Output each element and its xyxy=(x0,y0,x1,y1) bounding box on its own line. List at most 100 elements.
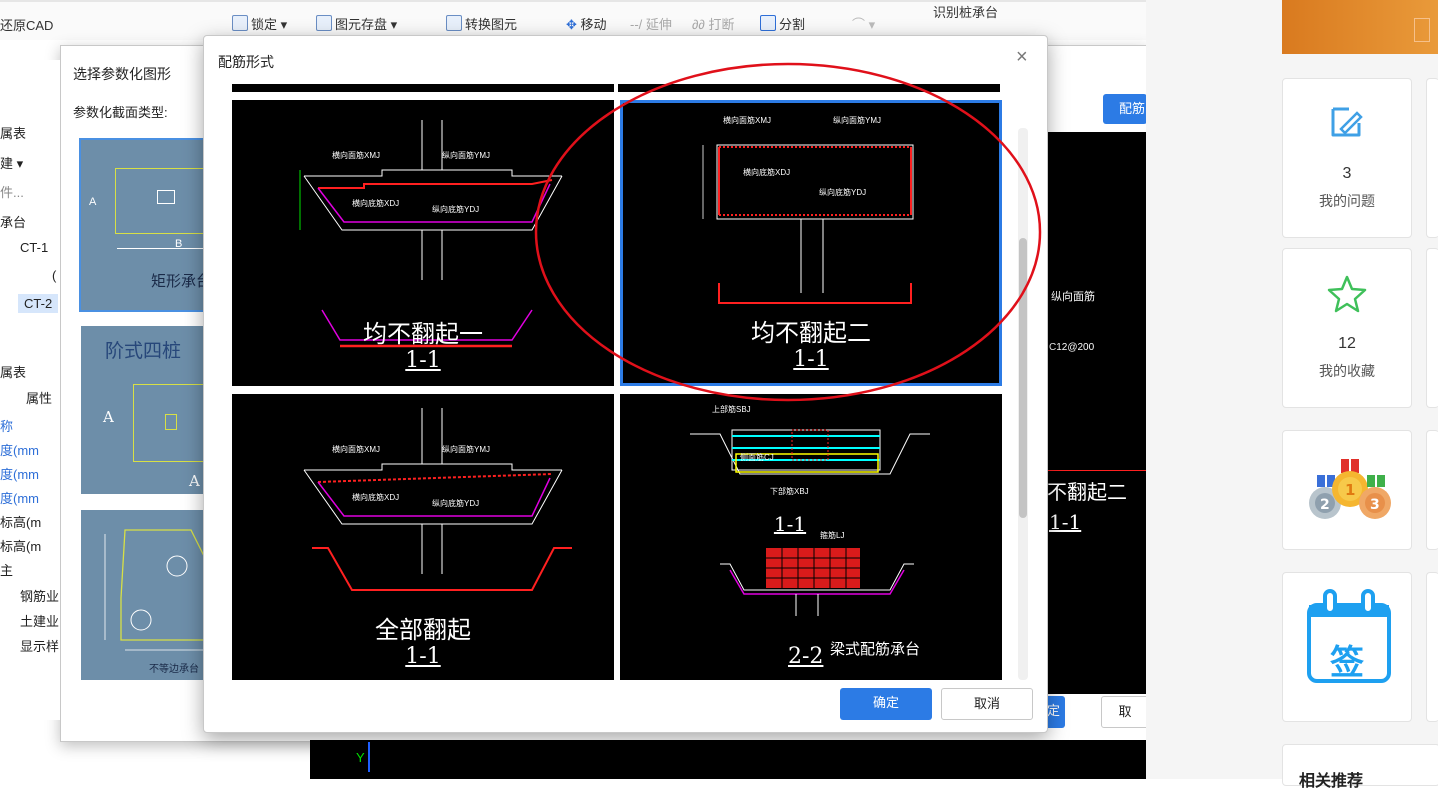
arc-button[interactable]: ⌒ ▾ xyxy=(852,14,875,33)
axis-y-label: Y xyxy=(356,750,365,765)
left-search[interactable]: 件... xyxy=(0,182,24,201)
sign-in-label: 签 xyxy=(1330,644,1364,682)
cad-canvas-bottom[interactable]: Y xyxy=(310,740,1146,779)
option-title: 全部翻起 xyxy=(375,616,471,644)
arc-icon: ⌒ ▾ xyxy=(852,17,876,32)
cad-drawing xyxy=(690,429,930,616)
edit-icon xyxy=(1331,107,1363,137)
move-button[interactable]: ✥ 移动 xyxy=(566,14,607,33)
axis-z-line xyxy=(368,742,370,772)
option-section-top: 1-1 xyxy=(773,512,807,536)
star-icon xyxy=(1327,275,1367,313)
left-attr-header: 属性 xyxy=(26,391,53,406)
outer-cad-preview: 纵向面筋 C12@200 不翻起二 1-1 xyxy=(1047,132,1147,694)
left-attr-width3: 度(mm xyxy=(0,491,39,506)
unequal-shape xyxy=(104,529,211,651)
option-title: 梁式配筋承台 xyxy=(830,641,921,658)
split-icon xyxy=(760,15,776,31)
svg-text:3: 3 xyxy=(1370,497,1380,513)
cad-red-line xyxy=(1047,470,1147,471)
svg-text:1: 1 xyxy=(1345,481,1355,499)
thumb-title: 阶式四桩 xyxy=(105,340,182,362)
card-edge xyxy=(1426,572,1438,722)
toolbar-top-edge xyxy=(0,0,1146,2)
save-icon xyxy=(316,15,332,31)
left-tab-table[interactable]: 属表 xyxy=(0,123,26,142)
rebar-button[interactable]: 配筋 xyxy=(1103,94,1147,124)
column-mark xyxy=(157,190,175,204)
left-attr-name: 称 xyxy=(0,419,14,434)
card-edge xyxy=(1426,430,1438,550)
cad-long-bottom: 纵向底筋YDJ xyxy=(432,205,480,214)
left-tree-ct2[interactable]: CT-2 xyxy=(18,294,59,313)
left-attr-elev2: 标高(m xyxy=(0,539,42,554)
thumb-title: 不等边承台 xyxy=(149,664,199,675)
restore-cad-button[interactable]: 还原CAD xyxy=(0,15,53,34)
card-sign-in[interactable]: 签 xyxy=(1282,572,1412,722)
thumb-unequal-cap[interactable]: 不等边承台 xyxy=(81,510,211,680)
banner[interactable] xyxy=(1282,0,1438,54)
lock-button[interactable]: 锁定 ▾ xyxy=(232,14,287,33)
card-ranking[interactable]: 2 1 3 xyxy=(1282,430,1412,550)
svg-text:2: 2 xyxy=(1320,497,1330,513)
identify-pile-cap-button[interactable]: 识别桩承台 xyxy=(933,2,998,21)
left-tree-ct1[interactable]: CT-1 xyxy=(20,240,48,255)
cad-horiz-bottom: 横向底筋XDJ xyxy=(352,199,400,208)
outer-cancel-button[interactable]: 取 xyxy=(1101,696,1149,728)
left-tree-pile-cap[interactable]: 承台 xyxy=(0,212,26,231)
convert-elements-button[interactable]: 转换图元 xyxy=(446,14,517,33)
column-mark xyxy=(165,414,177,430)
banner-prev-icon[interactable] xyxy=(1414,18,1430,42)
dim-a: A xyxy=(89,196,97,208)
break-button[interactable]: ∂∂ 打断 xyxy=(692,14,735,33)
option-beam-rebar-cap[interactable]: 上部筋SBJ 侧面筋CJ 下部筋XBJ 1-1 箍筋LJ 2-2 梁式配筋承台 xyxy=(620,394,1002,680)
dialog-title: 配筋形式 xyxy=(218,54,274,70)
cad-text-fragment: 纵向面筋 xyxy=(1051,291,1095,303)
card-edge xyxy=(1426,78,1438,238)
cad-long-top: 纵向面筋YMJ xyxy=(442,445,490,454)
ok-button[interactable]: 确定 xyxy=(840,688,932,720)
move-icon: ✥ xyxy=(566,17,577,32)
cad-long-bottom: 纵向底筋YDJ xyxy=(432,499,480,508)
cad-side-rebar: 侧面筋CJ xyxy=(740,453,774,462)
left-attr-rebar[interactable]: 钢筋业 xyxy=(20,586,59,605)
medals-icon: 2 1 3 xyxy=(1309,459,1391,519)
left-tree-paren: ( xyxy=(52,268,57,283)
thumb-title: 矩形承台 xyxy=(151,272,212,290)
cad-title-fragment: 不翻起二 xyxy=(1047,480,1127,504)
thumb-step-four-pile[interactable]: 阶式四桩 A A xyxy=(81,326,215,494)
left-new-button[interactable]: 建 ▾ xyxy=(0,153,23,172)
dim-b: B xyxy=(175,238,183,250)
left-attr-civil[interactable]: 土建业 xyxy=(20,611,59,630)
thumb-rect-cap[interactable]: B A 矩形承台 xyxy=(79,138,213,312)
card-count: 3 xyxy=(1342,165,1352,182)
left-property-panel: 属表 建 ▾ 件... 承台 CT-1 ( CT-2 属表 属性 称 度(mm … xyxy=(0,60,60,720)
dim-line xyxy=(117,248,211,249)
right-sidebar: 3 我的问题 12 我的收藏 2 1 3 签 相关推荐 xyxy=(1146,0,1438,790)
card-count: 12 xyxy=(1338,335,1356,352)
card-my-favorites[interactable]: 12 我的收藏 xyxy=(1282,248,1412,408)
option-section: 2-2 xyxy=(788,644,824,669)
recommend-title: 相关推荐 xyxy=(1299,773,1364,790)
left-attr-display[interactable]: 显示样 xyxy=(20,636,59,655)
extend-button[interactable]: --/ 延伸 xyxy=(630,14,672,33)
cad-horiz-bottom: 横向底筋XDJ xyxy=(352,493,400,502)
ribbon-toolbar: 还原CAD 锁定 ▾ 图元存盘 ▾ 转换图元 ✥ 移动 --/ 延伸 ∂∂ 打断… xyxy=(0,0,1146,40)
option-all-bent[interactable]: 横向面筋XMJ 纵向面筋YMJ 横向底筋XDJ 纵向底筋YDJ 全部翻起 1-1 xyxy=(232,394,614,680)
parametric-dialog-title: 选择参数化图形 xyxy=(73,66,171,82)
annotation-circle xyxy=(534,62,1042,402)
cad-long-top: 纵向面筋YMJ xyxy=(442,151,490,160)
lock-icon xyxy=(232,15,248,31)
left-attr-note: 主 xyxy=(0,563,14,578)
card-my-questions[interactable]: 3 我的问题 xyxy=(1282,78,1412,238)
cad-value-fragment: C12@200 xyxy=(1049,342,1095,353)
card-label: 我的收藏 xyxy=(1319,363,1375,379)
cad-bottom-rebar: 下部筋XBJ xyxy=(770,487,809,496)
cad-section-fragment: 1-1 xyxy=(1049,510,1082,534)
recommend-panel: 相关推荐 xyxy=(1282,744,1438,790)
split-button[interactable]: 分割 xyxy=(760,14,805,33)
left-attr-width1: 度(mm xyxy=(0,443,39,458)
left-tab-attr[interactable]: 属表 xyxy=(0,362,26,381)
cancel-button[interactable]: 取消 xyxy=(941,688,1033,720)
save-elements-button[interactable]: 图元存盘 ▾ xyxy=(316,14,397,33)
